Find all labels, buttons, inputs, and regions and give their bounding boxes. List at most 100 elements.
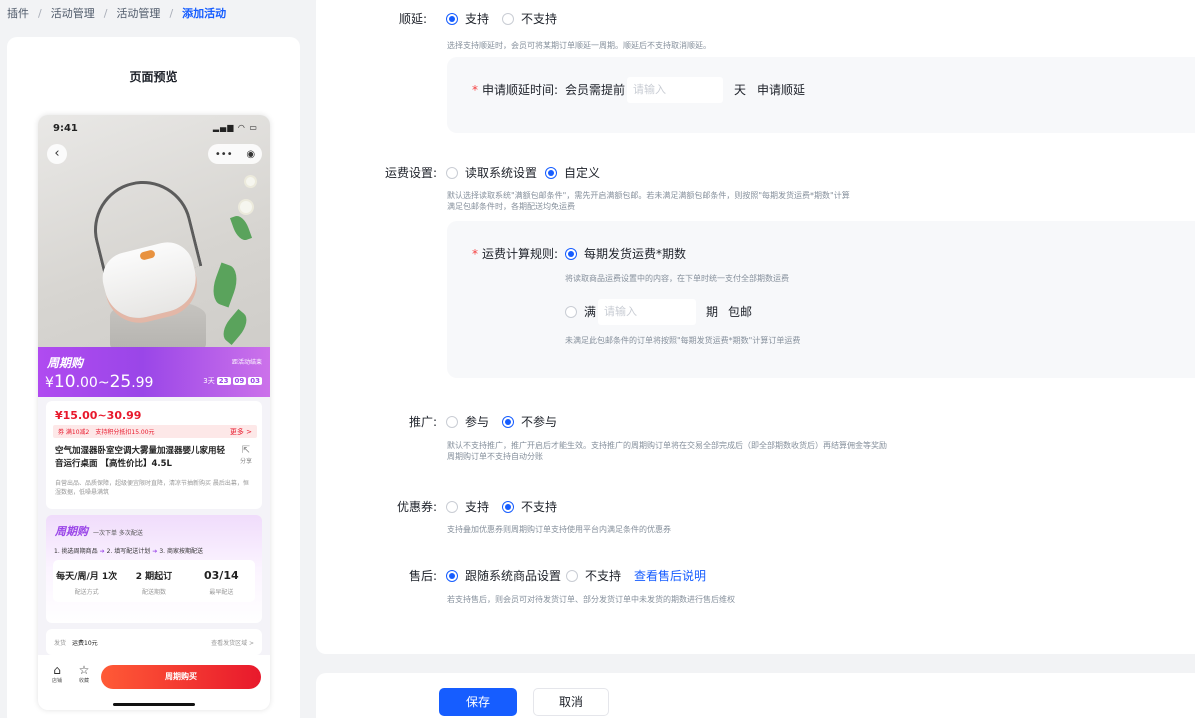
- price-main-2: 25: [109, 372, 132, 392]
- activity-form: 顺延: 支持 不支持 选择支持顺延时，会员可将某期订单顺延一周期。顺延后不支持取…: [316, 0, 1195, 654]
- radio-unchecked[interactable]: [502, 12, 514, 25]
- radio-checked[interactable]: [446, 12, 458, 25]
- save-button[interactable]: 保存: [439, 688, 517, 716]
- freight-label: 运费设置:: [385, 166, 438, 180]
- free-shipping-unit: 期: [706, 305, 719, 319]
- countdown-days: 3天: [203, 377, 215, 385]
- cycle-info-cell: 03/14 最早配送: [188, 560, 255, 602]
- shop-icon: ⌂: [53, 663, 61, 677]
- star-icon: ☆: [78, 663, 90, 677]
- shipping-value: 运费10元: [72, 639, 98, 647]
- favorite-label: 收藏: [78, 678, 89, 684]
- product-price: ¥15.00~30.99: [55, 409, 142, 422]
- freight-help-line-2: 满足包邮条件时，各期配送均免运费: [447, 202, 575, 211]
- countdown-minutes: 09: [232, 377, 247, 385]
- radio-unchecked[interactable]: [446, 166, 458, 179]
- aftersale-help: 若支持售后，则会员可对待发货订单、部分发货订单中未发货的期数进行售后维权: [447, 595, 735, 604]
- cycle-purchase-card: 周期购 一次下单 多次配送 1. 挑选周期商品 ➔ 2. 填写配送计划 ➔ 3. 商家按…: [46, 515, 262, 623]
- promotion-label: 推广:: [409, 415, 438, 429]
- preview-panel: 页面预览 9:41 ▂▄▆ ◠ ▭ ‹ ••• ◉ 周期购 ¥10.00~25.…: [7, 37, 300, 718]
- free-shipping-option[interactable]: 满: [565, 303, 596, 320]
- countdown-timer: 3天 23 09 03: [203, 376, 262, 386]
- aftersale-option-follow[interactable]: 跟随系统商品设置: [446, 567, 561, 584]
- cycle-buy-button[interactable]: 周期购买: [101, 665, 261, 689]
- radio-checked[interactable]: [545, 166, 557, 179]
- cycle-step-3: 3. 商家按期配送: [159, 548, 203, 555]
- arrow-right-icon: ➔: [99, 548, 105, 555]
- price-main: 10: [53, 372, 76, 392]
- delay-option-unsupported[interactable]: 不支持: [502, 10, 557, 27]
- mini-program-capsule[interactable]: ••• ◉: [208, 144, 262, 164]
- cycle-info-label: 最早配送: [209, 589, 234, 596]
- radio-checked[interactable]: [565, 247, 577, 260]
- breadcrumb-item-activity-management-sub[interactable]: 活动管理: [116, 5, 160, 21]
- promo-brand: 周期购: [47, 356, 84, 370]
- coupon-option-support[interactable]: 支持: [446, 498, 489, 515]
- radio-checked[interactable]: [502, 500, 514, 513]
- delay-option-support[interactable]: 支持: [446, 10, 489, 27]
- shop-label: 店铺: [51, 678, 62, 684]
- freight-rule-option[interactable]: 每期发货运费*期数: [565, 245, 686, 262]
- preview-title: 页面预览: [129, 70, 178, 84]
- back-icon[interactable]: ‹: [47, 144, 67, 164]
- promotion-option-not[interactable]: 不参与: [502, 413, 557, 430]
- aftersale-policy-link[interactable]: 查看售后说明: [634, 567, 706, 584]
- breadcrumb-separator: /: [38, 6, 42, 20]
- shop-button[interactable]: ⌂ 店铺: [48, 663, 66, 684]
- delay-time-unit: 天: [734, 83, 747, 97]
- freight-option-system[interactable]: 读取系统设置: [446, 164, 537, 181]
- freight-option-system-label: 读取系统设置: [465, 166, 538, 180]
- aftersale-option-unsupported-label: 不支持: [585, 569, 622, 583]
- promo-end-label: 距活动结束: [231, 359, 262, 366]
- radio-unchecked[interactable]: [565, 305, 577, 318]
- flower-shape: [240, 201, 252, 213]
- free-shipping-periods-input[interactable]: 请输入: [598, 299, 696, 325]
- share-button[interactable]: ⇱ 分享: [238, 445, 254, 465]
- shipping-area-link[interactable]: 查看发货区域 >: [211, 638, 254, 647]
- freight-help-line-1: 默认选择读取系统"满额包邮条件"，需先开启满额包邮。若未满足满额包邮条件，则按照…: [447, 191, 850, 200]
- breadcrumb-separator: /: [169, 6, 174, 20]
- cycle-card-header: 周期购 一次下单 多次配送: [55, 523, 143, 539]
- product-description: 自营出品、品质保障，超级便宜限时直降，清凉节抽新购买 晨后出幕，恒湿数据，低噪悬…: [55, 480, 249, 496]
- promo-price: ¥10.00~25.99: [45, 372, 153, 392]
- free-shipping-prefix: 满: [584, 305, 597, 319]
- shipping-label: 发货: [54, 639, 67, 647]
- cycle-subtitle: 一次下单 多次配送: [93, 530, 143, 537]
- radio-unchecked[interactable]: [446, 415, 458, 428]
- promotion-option-not-label: 不参与: [521, 415, 558, 429]
- promo-tags: 券 满10减2 支持积分抵扣15.00元: [53, 425, 257, 438]
- radio-checked[interactable]: [446, 569, 458, 582]
- promotion-option-join[interactable]: 参与: [446, 413, 489, 430]
- radio-unchecked[interactable]: [446, 500, 458, 513]
- delay-time-label: * 申请顺延时间:: [472, 81, 558, 98]
- cycle-info-cell: 每天/周/月 1次 配送方式: [53, 560, 120, 602]
- freight-option-custom[interactable]: 自定义: [545, 164, 600, 181]
- delay-time-prefix: 会员需提前: [565, 83, 626, 97]
- cycle-step-1: 1. 挑选周期商品: [54, 548, 98, 555]
- radio-checked[interactable]: [502, 415, 514, 428]
- breadcrumb: 插件 / 活动管理 / 活动管理 / 添加活动: [7, 5, 226, 21]
- coupon-tag: 券 满10减2: [58, 429, 90, 436]
- freight-settings-panel: * 运费计算规则: 每期发货运费*期数 将读取商品运费设置中的内容，在下单时统一支…: [447, 221, 1195, 378]
- breadcrumb-current: 添加活动: [182, 7, 227, 20]
- coupon-help: 支持叠加优惠券则周期购订单支持使用平台内满足条件的优惠券: [447, 525, 671, 534]
- product-hero-image: 9:41 ▂▄▆ ◠ ▭ ‹ ••• ◉: [38, 115, 270, 347]
- more-icon[interactable]: •••: [215, 149, 233, 160]
- breadcrumb-item-plugins[interactable]: 插件: [7, 5, 29, 21]
- coupon-option-unsupported[interactable]: 不支持: [502, 498, 557, 515]
- countdown-seconds: 03: [248, 377, 262, 385]
- breadcrumb-item-activity-management[interactable]: 活动管理: [51, 5, 95, 21]
- delay-settings-panel: * 申请顺延时间: 会员需提前 请输入 天 申请顺延: [447, 57, 1195, 133]
- share-label: 分享: [239, 458, 252, 465]
- cancel-button[interactable]: 取消: [533, 688, 609, 716]
- aftersale-option-unsupported[interactable]: 不支持: [566, 567, 621, 584]
- favorite-button[interactable]: ☆ 收藏: [75, 663, 93, 684]
- close-target-icon[interactable]: ◉: [246, 149, 255, 160]
- more-link[interactable]: 更多 >: [230, 427, 252, 437]
- delay-days-input[interactable]: 请输入: [627, 77, 723, 103]
- flower-shape: [246, 177, 255, 186]
- price-frac-2: .99: [131, 375, 154, 391]
- radio-unchecked[interactable]: [566, 569, 578, 582]
- arrow-right-icon: ➔: [152, 548, 158, 555]
- cycle-info-cell: 2 期起订 配送期数: [120, 560, 187, 602]
